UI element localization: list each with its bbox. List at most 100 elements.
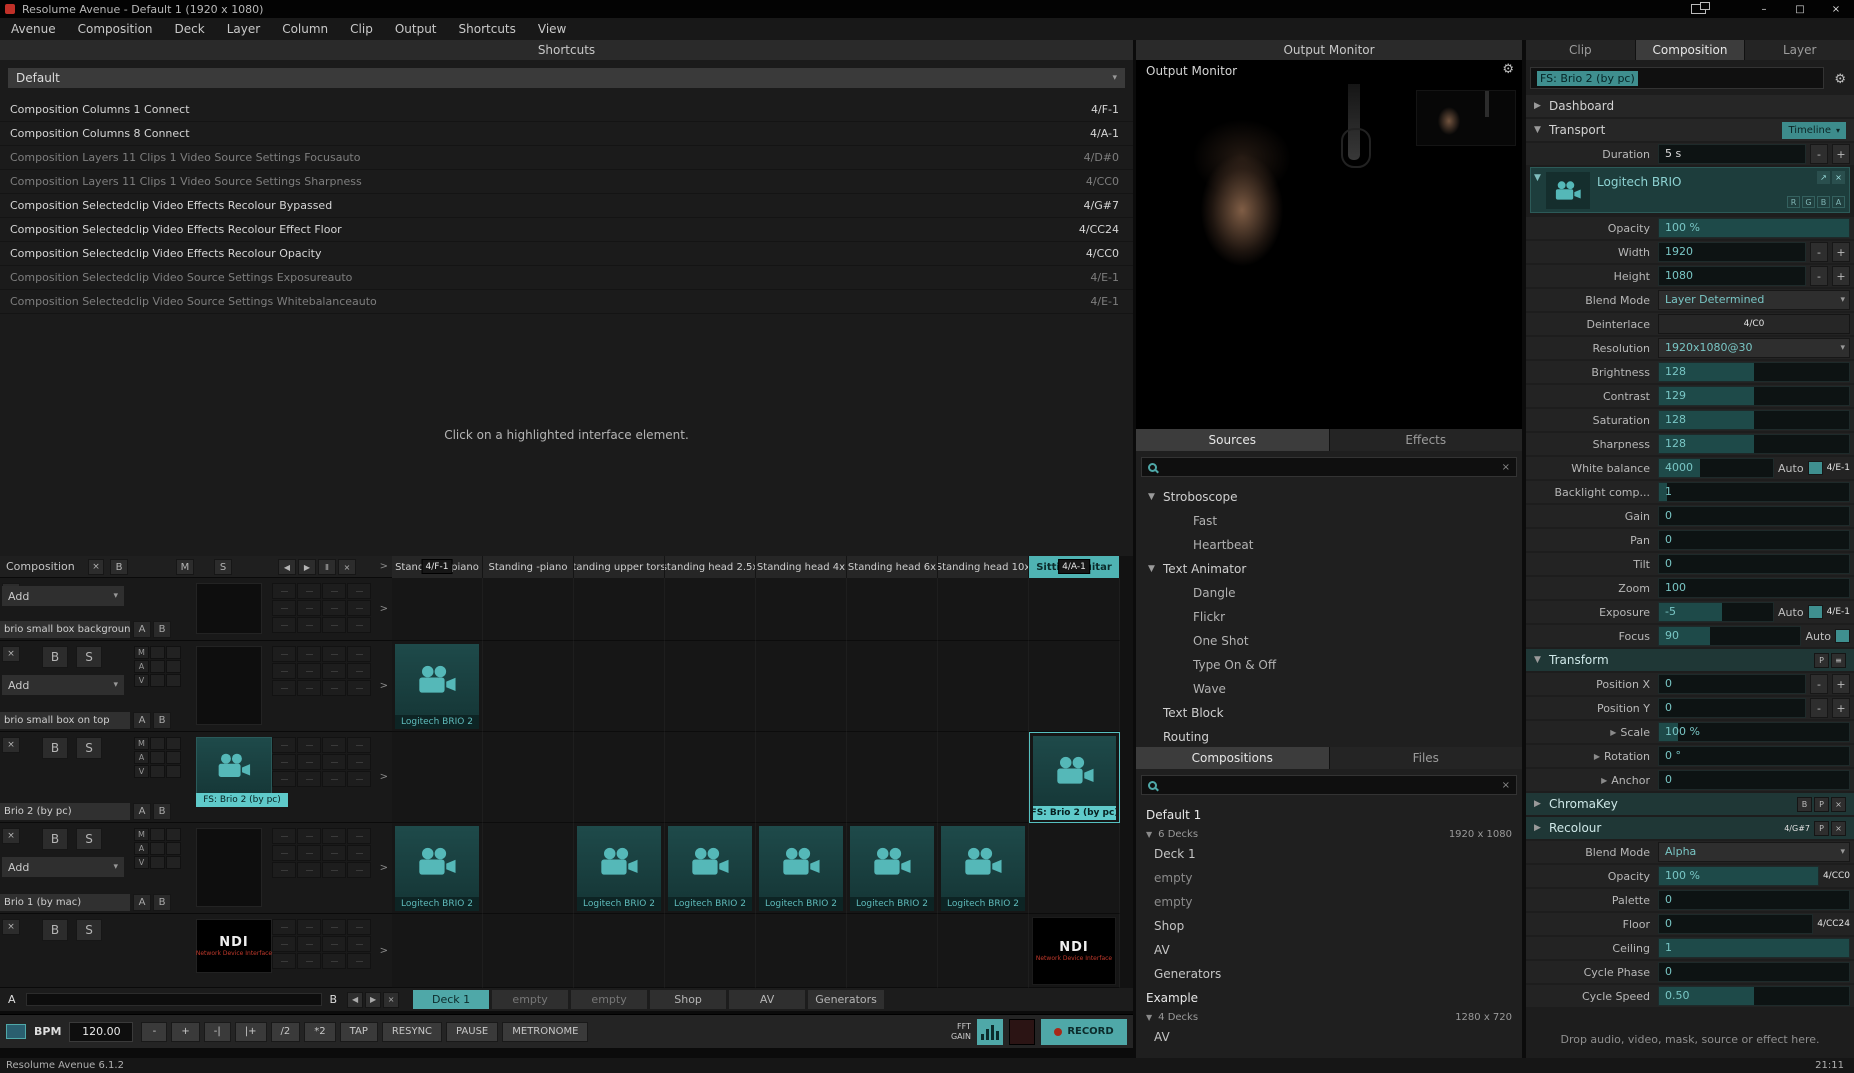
layer-close-button[interactable]: × [2,919,20,935]
auto-toggle[interactable] [1808,605,1823,619]
crossfader-button[interactable]: × [383,992,399,1008]
param-value[interactable]: 128 ▾ [1658,410,1850,430]
transport-section-header[interactable]: ▼ Transport Timeline ▾ [1526,119,1854,141]
deck-tab[interactable]: Generators [808,990,884,1009]
decrement-button[interactable]: - [1810,266,1828,286]
clip-cell[interactable] [847,578,938,641]
layer-close-button[interactable]: × [2,646,20,662]
sources-search[interactable]: × [1141,457,1517,477]
shortcut-row[interactable]: Composition Selectedclip Video Source Se… [0,290,1133,314]
param-value[interactable]: 1 ▾ [1658,938,1850,958]
param-value[interactable]: -5 ▾ [1658,602,1774,622]
param-value[interactable]: Layer Determined ▾ [1658,290,1850,310]
menu-item[interactable]: Composition [67,18,164,40]
param-value[interactable]: 0 ▾ [1658,698,1806,718]
composition-list-item[interactable]: Example [1136,986,1522,1010]
bpm-button[interactable]: - [141,1022,167,1042]
param-value[interactable]: 0 ▾ [1658,554,1850,574]
shortcut-row[interactable]: Composition Layers 11 Clips 1 Video Sour… [0,146,1133,170]
clip-cell[interactable] [1029,823,1120,914]
composition-list-item[interactable]: Shop [1136,914,1522,938]
clip-cell[interactable] [756,578,847,641]
clip-cell[interactable]: Logitech BRIO 2 [392,641,483,732]
tree-expand-icon[interactable]: ▼ [1148,564,1163,574]
source-block[interactable]: ▼ Logitech BRIO ↗× RGBA [1530,167,1850,213]
bpm-button[interactable]: -| [204,1022,231,1042]
section-button[interactable]: × [1831,821,1846,836]
menu-item[interactable]: Column [271,18,339,40]
source-tree-item[interactable]: Wave [1136,677,1522,701]
compositions-search[interactable]: × [1141,775,1517,795]
layer-bypass-button[interactable]: B [42,919,68,941]
clip-cell[interactable] [756,914,847,988]
source-tree-item[interactable]: ▼ Text Animator [1136,557,1522,581]
bpm-button[interactable]: METRONOME [502,1022,588,1042]
clip-cell[interactable] [574,578,665,641]
bpm-button[interactable]: *2 [304,1022,335,1042]
clip-cell[interactable] [574,914,665,988]
transform-section-header[interactable]: ▼ Transform P≡ [1526,649,1854,671]
composition-list-item[interactable]: Default 1 [1136,803,1522,827]
param-value[interactable]: 0.50 ▾ [1658,986,1850,1006]
shortcut-row[interactable]: Composition Columns 1 Connect 4/F-1 [0,98,1133,122]
clip-cell[interactable] [483,732,574,823]
param-value[interactable]: Alpha ▾ [1658,842,1850,862]
shortcut-row[interactable]: Composition Columns 8 Connect 4/A-1 [0,122,1133,146]
clip-cell[interactable] [483,914,574,988]
layer-solo-button[interactable]: S [76,646,102,668]
layer-bypass-button[interactable]: B [42,646,68,668]
section-button[interactable]: P [1814,797,1829,812]
layer-fader[interactable] [196,646,262,725]
shortcut-row[interactable]: Composition Selectedclip Video Source Se… [0,266,1133,290]
layer-close-button[interactable]: × [2,828,20,844]
clip-cell[interactable] [665,914,756,988]
decrement-button[interactable]: - [1810,674,1828,694]
clip-cell[interactable] [665,641,756,732]
clip-cell[interactable] [756,641,847,732]
section-button[interactable]: P [1814,653,1829,668]
tree-expand-icon[interactable]: ▼ [1146,1013,1152,1022]
layer-ab-buttons[interactable]: AB [133,894,171,911]
menu-item[interactable]: View [527,18,577,40]
clip-cell[interactable] [938,641,1029,732]
clip-cell[interactable] [574,641,665,732]
collapse-icon[interactable]: ▼ [1534,173,1541,183]
channel-button[interactable]: G [1802,196,1815,208]
properties-tab[interactable]: Composition [1636,40,1745,60]
clip-cell[interactable] [938,732,1029,823]
composition-list-item[interactable]: empty [1136,866,1522,890]
clip-cell[interactable]: Logitech BRIO 2 [392,823,483,914]
composition-list-item[interactable]: AV [1136,1025,1522,1049]
layer-ab-buttons[interactable]: AB [133,621,171,638]
column-header[interactable]: Standing +piano 4/F-1 [392,556,483,578]
source-tree-item[interactable]: ▼ Stroboscope [1136,485,1522,509]
menu-item[interactable]: Clip [339,18,384,40]
record-button[interactable]: RECORD [1041,1019,1127,1045]
composition-list-item[interactable]: Deck 1 [1136,842,1522,866]
param-value[interactable]: 0 ▾ [1658,506,1850,526]
active-clip-thumbnail[interactable]: NDI Network Device Interface [196,919,272,973]
recolour-section-header[interactable]: ▶ Recolour 4/G#7 P× [1526,817,1854,839]
composition-master-button[interactable]: M [176,559,194,575]
section-button[interactable]: B [1797,797,1812,812]
shortcut-row[interactable]: Composition Selectedclip Video Effects R… [0,194,1133,218]
connect-arrow-icon[interactable]: > [380,863,388,874]
layer-solo-button[interactable]: S [76,828,102,850]
crossfader-b-label[interactable]: B [330,993,338,1006]
column-header[interactable]: Sitting guitar 4/A-1 [1029,556,1120,578]
param-value[interactable]: 90 ▾ [1658,626,1801,646]
transport-button[interactable]: Ⅱ [318,559,336,575]
source-tree-item[interactable]: Type On & Off [1136,653,1522,677]
param-value[interactable]: 0 ▾ [1658,890,1850,910]
clip-cell[interactable]: Logitech BRIO 2 [574,823,665,914]
increment-button[interactable]: + [1832,266,1850,286]
crossfader[interactable] [26,993,322,1006]
library-tab[interactable]: Files [1330,747,1523,769]
scroll-right-icon[interactable]: > [380,561,388,572]
layer-mode-cells[interactable]: MAV [134,828,181,869]
decrement-button[interactable]: - [1810,242,1828,262]
shortcut-preset-dropdown[interactable]: Default ▾ [8,68,1125,88]
transport-button[interactable]: ▶ [298,559,316,575]
section-button[interactable]: × [1831,797,1846,812]
column-header[interactable]: Standing head 6x [847,556,938,578]
